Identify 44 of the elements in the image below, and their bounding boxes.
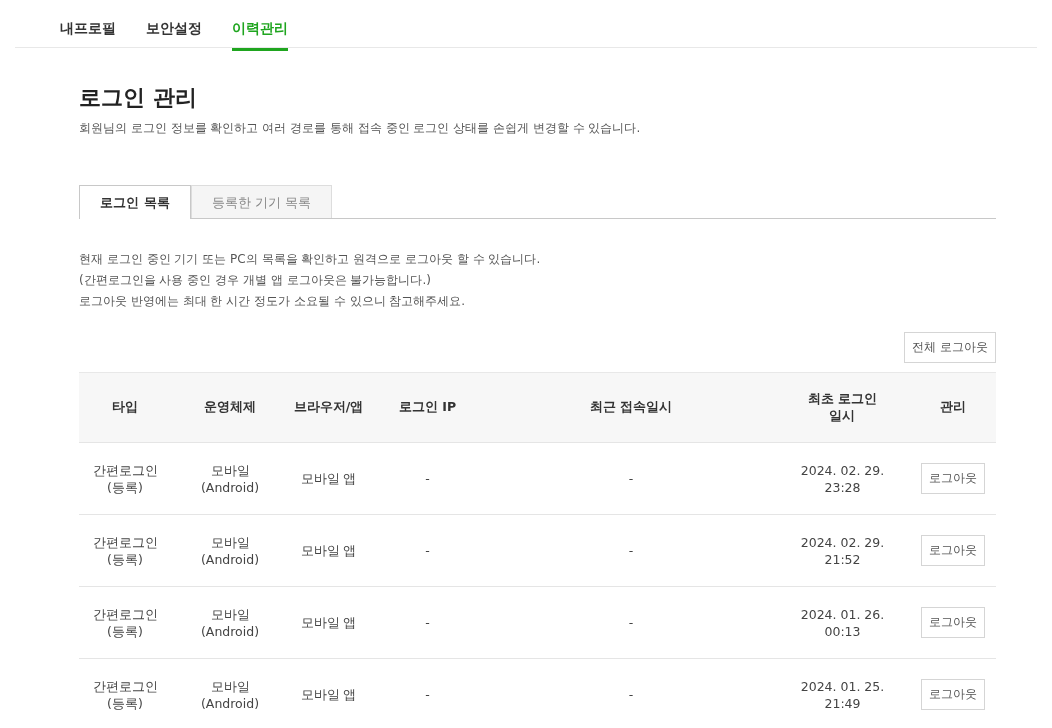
ip-cell: - (425, 542, 430, 559)
first-login-cell: 2024. 01. 25. 21:49 (800, 677, 885, 712)
browser-cell: 모바일 앱 (300, 542, 357, 559)
ip-cell: - (425, 686, 430, 703)
os-cell: 모바일 (Android) (200, 533, 260, 568)
recent-access-cell: - (628, 470, 634, 487)
column-header: 최근 접속일시 (589, 399, 673, 416)
recent-access-cell: - (628, 686, 634, 703)
os-cell: 모바일 (Android) (200, 677, 260, 712)
os-cell: 모바일 (Android) (200, 461, 260, 496)
column-header: 로그인 IP (398, 399, 457, 416)
first-login-cell: 2024. 02. 29. 21:52 (800, 533, 885, 568)
browser-cell: 모바일 앱 (300, 614, 357, 631)
info-text: 로그아웃 반영에는 최대 한 시간 정도가 소요될 수 있으니 참고해주세요. (79, 293, 467, 310)
ip-cell: - (425, 470, 430, 487)
type-cell: 간편로그인 (등록) (92, 605, 158, 640)
page-description: 회원님의 로그인 정보를 확인하고 여러 경로를 통해 접속 중인 로그인 상태를 손쉽게 변경할 수 있습니다. (79, 120, 642, 137)
list-tab[interactable]: 로그인 목록 (79, 185, 191, 219)
browser-cell: 모바일 앱 (300, 470, 357, 487)
ip-cell: - (425, 614, 430, 631)
page-title: 로그인 관리 (79, 84, 198, 112)
os-cell: 모바일 (Android) (200, 605, 260, 640)
column-header: 타입 (112, 399, 138, 416)
logout-all-button[interactable]: 전체 로그아웃 (904, 332, 996, 363)
type-cell: 간편로그인 (등록) (92, 677, 158, 712)
info-text: (간편로그인을 사용 중인 경우 개별 앱 로그아웃은 불가능합니다.) (79, 272, 432, 289)
column-header: 브라우저/앱 (293, 399, 364, 416)
column-header: 최초 로그인 일시 (807, 390, 878, 425)
first-login-cell: 2024. 01. 26. 00:13 (800, 605, 885, 640)
first-login-cell: 2024. 02. 29. 23:28 (800, 461, 885, 496)
nav-tab[interactable]: 내프로필 (60, 0, 116, 51)
recent-access-cell: - (628, 614, 634, 631)
column-header: 운영체제 (204, 399, 256, 416)
browser-cell: 모바일 앱 (300, 686, 357, 703)
logout-button[interactable]: 로그아웃 (921, 463, 985, 494)
column-header: 관리 (940, 399, 966, 416)
type-cell: 간편로그인 (등록) (92, 533, 158, 568)
logout-button[interactable]: 로그아웃 (921, 607, 985, 638)
nav-tab[interactable]: 보안설정 (146, 0, 202, 51)
logout-button[interactable]: 로그아웃 (921, 679, 985, 710)
recent-access-cell: - (628, 542, 634, 559)
type-cell: 간편로그인 (등록) (92, 461, 158, 496)
info-text: 현재 로그인 중인 기기 또는 PC의 목록을 확인하고 원격으로 로그아웃 할 수 있습니다. (79, 251, 542, 268)
logout-button[interactable]: 로그아웃 (921, 535, 985, 566)
